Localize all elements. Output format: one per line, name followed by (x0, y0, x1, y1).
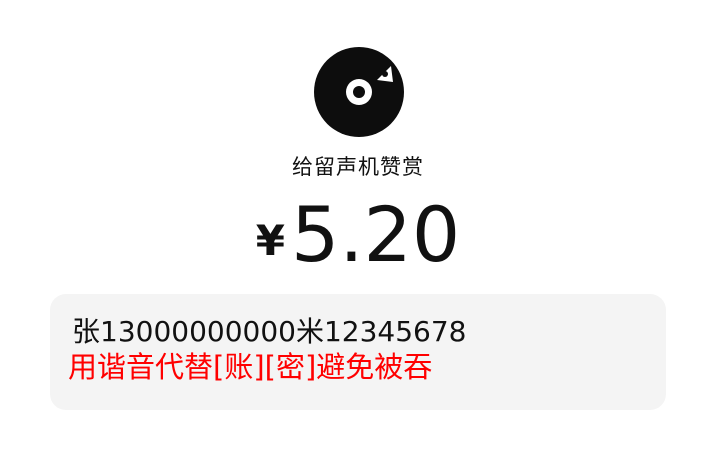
notice-line-contact: 张13000000000米12345678 (72, 315, 467, 348)
currency-symbol: ¥ (255, 216, 285, 265)
amount-display: ¥ 5.20 (0, 190, 716, 280)
notice-line-warning: 用谐音代替[账][密]避免被吞 (68, 350, 433, 384)
vinyl-record-icon (313, 46, 405, 138)
page-subtitle: 给留声机赞赏 (292, 155, 424, 179)
notice-box: 张13000000000米12345678 用谐音代替[账][密]避免被吞 (50, 294, 666, 410)
amount-value: 5.20 (291, 190, 461, 279)
